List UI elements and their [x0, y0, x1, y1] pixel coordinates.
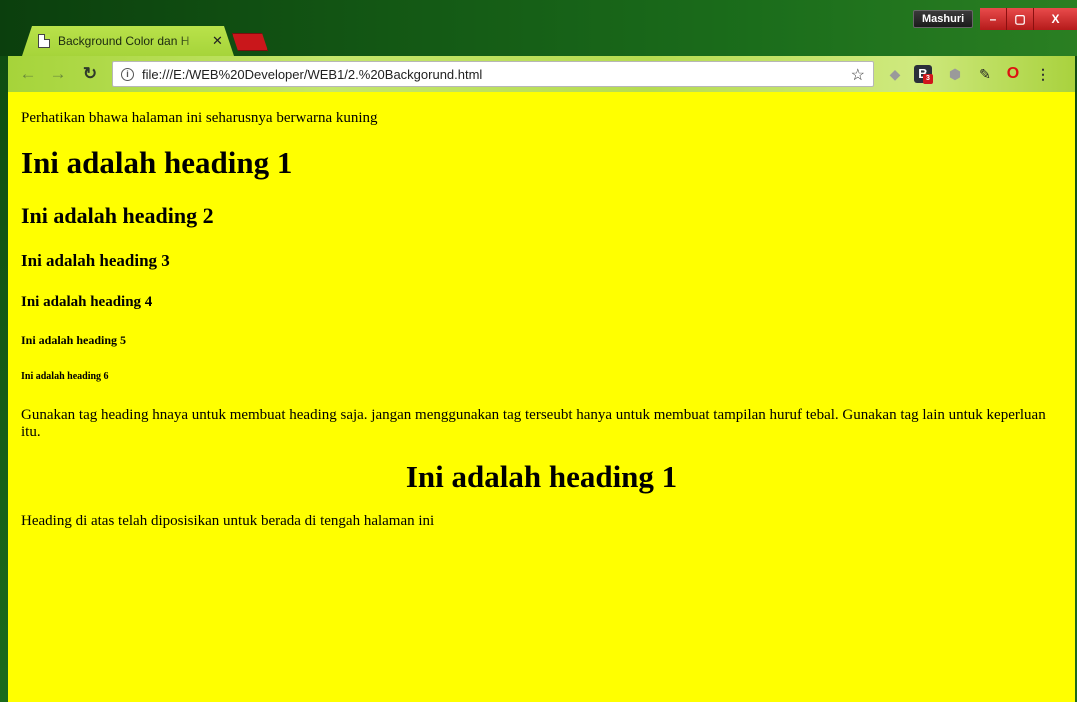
intro-text: Perhatikan bhawa halaman ini seharusnya … — [21, 110, 378, 126]
menu-icon[interactable]: ⋮ — [1034, 65, 1052, 83]
close-button[interactable]: X — [1034, 8, 1077, 30]
browser-window: Background Color dan H ✕ Mashuri – ▢ X ←… — [0, 0, 1077, 702]
browser-tab[interactable]: Background Color dan H ✕ — [22, 26, 234, 56]
tab-close-icon[interactable]: ✕ — [212, 33, 223, 49]
maximize-button[interactable]: ▢ — [1007, 8, 1034, 30]
minimize-button[interactable]: – — [980, 8, 1007, 30]
eyedropper-icon[interactable]: ✎ — [976, 65, 994, 83]
b-extension-icon[interactable]: B 3 — [914, 65, 933, 84]
heading-2: Ini adalah heading 2 — [21, 203, 214, 228]
profile-button[interactable]: Mashuri — [913, 10, 974, 28]
extension-icon-2[interactable]: ⬢ — [946, 65, 964, 83]
forward-icon[interactable]: → — [48, 64, 68, 84]
advice-text: Gunakan tag heading hnaya untuk membuat … — [21, 407, 1046, 440]
centered-note: Heading di atas telah diposisikan untuk … — [21, 513, 435, 529]
heading-1: Ini adalah heading 1 — [21, 145, 293, 180]
page-content: Perhatikan bhawa halaman ini seharusnya … — [8, 92, 1075, 702]
address-bar[interactable]: i file:///E:/WEB%20Developer/WEB1/2.%20B… — [112, 61, 874, 87]
window-controls: – ▢ X — [980, 8, 1077, 30]
tab-title: Background Color dan H — [58, 34, 190, 48]
heading-5: Ini adalah heading 5 — [21, 333, 127, 347]
reload-icon[interactable]: ↻ — [80, 64, 100, 84]
centered-heading: Ini adalah heading 1 — [405, 459, 678, 494]
opera-icon[interactable]: O — [1004, 65, 1022, 83]
back-icon[interactable]: ← — [18, 64, 38, 84]
url-text[interactable]: file:///E:/WEB%20Developer/WEB1/2.%20Bac… — [142, 67, 482, 82]
heading-6: Ini adalah heading 6 — [21, 371, 109, 382]
heading-4: Ini adalah heading 4 — [21, 294, 153, 310]
browser-toolbar: ← → ↻ i file:///E:/WEB%20Developer/WEB1/… — [8, 56, 1075, 92]
heading-3: Ini adalah heading 3 — [21, 251, 170, 270]
info-icon[interactable]: i — [121, 67, 134, 81]
new-tab-button[interactable] — [232, 33, 268, 51]
extension-icon[interactable]: ◆ — [886, 65, 904, 83]
title-bar: Background Color dan H ✕ Mashuri – ▢ X — [0, 0, 1077, 56]
page-icon — [38, 34, 50, 48]
extension-badge: 3 — [923, 74, 933, 84]
star-icon[interactable]: ☆ — [851, 65, 865, 85]
